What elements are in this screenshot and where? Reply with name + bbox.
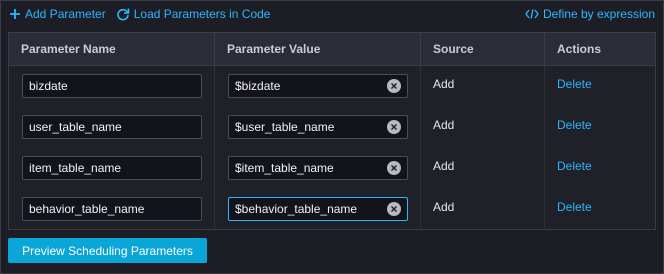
table-header: Parameter Name Parameter Value Source Ac…: [9, 33, 655, 66]
source-label: Add: [433, 200, 455, 214]
header-source: Source: [421, 33, 545, 65]
delete-link[interactable]: Delete: [557, 159, 592, 173]
parameter-name-input[interactable]: bizdate: [22, 74, 202, 98]
add-parameter-link[interactable]: Add Parameter: [9, 7, 106, 21]
delete-link[interactable]: Delete: [557, 118, 592, 132]
clear-icon[interactable]: [387, 120, 401, 134]
toolbar: Add Parameter Load Parameters in Code De…: [9, 4, 655, 24]
table-row: item_table_name $item_table_name Add Del…: [9, 148, 655, 189]
define-by-expression-label: Define by expression: [542, 7, 655, 21]
header-parameter-name: Parameter Name: [9, 33, 215, 65]
define-by-expression-link[interactable]: Define by expression: [525, 7, 655, 21]
clear-icon[interactable]: [387, 161, 401, 175]
load-parameters-label: Load Parameters in Code: [133, 7, 271, 21]
parameter-name-input[interactable]: item_table_name: [22, 156, 202, 180]
source-label: Add: [433, 159, 455, 173]
parameter-value-input[interactable]: $bizdate: [228, 74, 408, 98]
parameter-value-input[interactable]: $behavior_table_name: [228, 197, 408, 221]
parameter-value-text: $behavior_table_name: [235, 202, 358, 216]
table-row: bizdate $bizdate Add Delete: [9, 66, 655, 107]
table-row: behavior_table_name $behavior_table_name…: [9, 189, 655, 230]
parameter-name-input[interactable]: behavior_table_name: [22, 197, 202, 221]
delete-link[interactable]: Delete: [557, 77, 592, 91]
parameter-value-text: $item_table_name: [235, 161, 334, 175]
clear-icon[interactable]: [387, 79, 401, 93]
parameter-value-text: $bizdate: [235, 79, 281, 93]
parameter-name-input[interactable]: user_table_name: [22, 115, 202, 139]
preview-scheduling-parameters-button[interactable]: Preview Scheduling Parameters: [8, 238, 207, 263]
parameter-value-text: $user_table_name: [235, 120, 335, 134]
plus-icon: [9, 8, 21, 20]
source-label: Add: [433, 118, 455, 132]
add-parameter-label: Add Parameter: [25, 7, 106, 21]
header-parameter-value: Parameter Value: [215, 33, 421, 65]
table-row: user_table_name $user_table_name Add Del…: [9, 107, 655, 148]
source-label: Add: [433, 77, 455, 91]
code-icon: [525, 9, 539, 19]
parameter-value-input[interactable]: $user_table_name: [228, 115, 408, 139]
parameters-table: Parameter Name Parameter Value Source Ac…: [8, 32, 656, 230]
delete-link[interactable]: Delete: [557, 200, 592, 214]
refresh-icon: [116, 7, 130, 21]
load-parameters-link[interactable]: Load Parameters in Code: [116, 7, 271, 21]
header-actions: Actions: [557, 42, 602, 56]
clear-icon[interactable]: [387, 202, 401, 216]
parameter-value-input[interactable]: $item_table_name: [228, 156, 408, 180]
